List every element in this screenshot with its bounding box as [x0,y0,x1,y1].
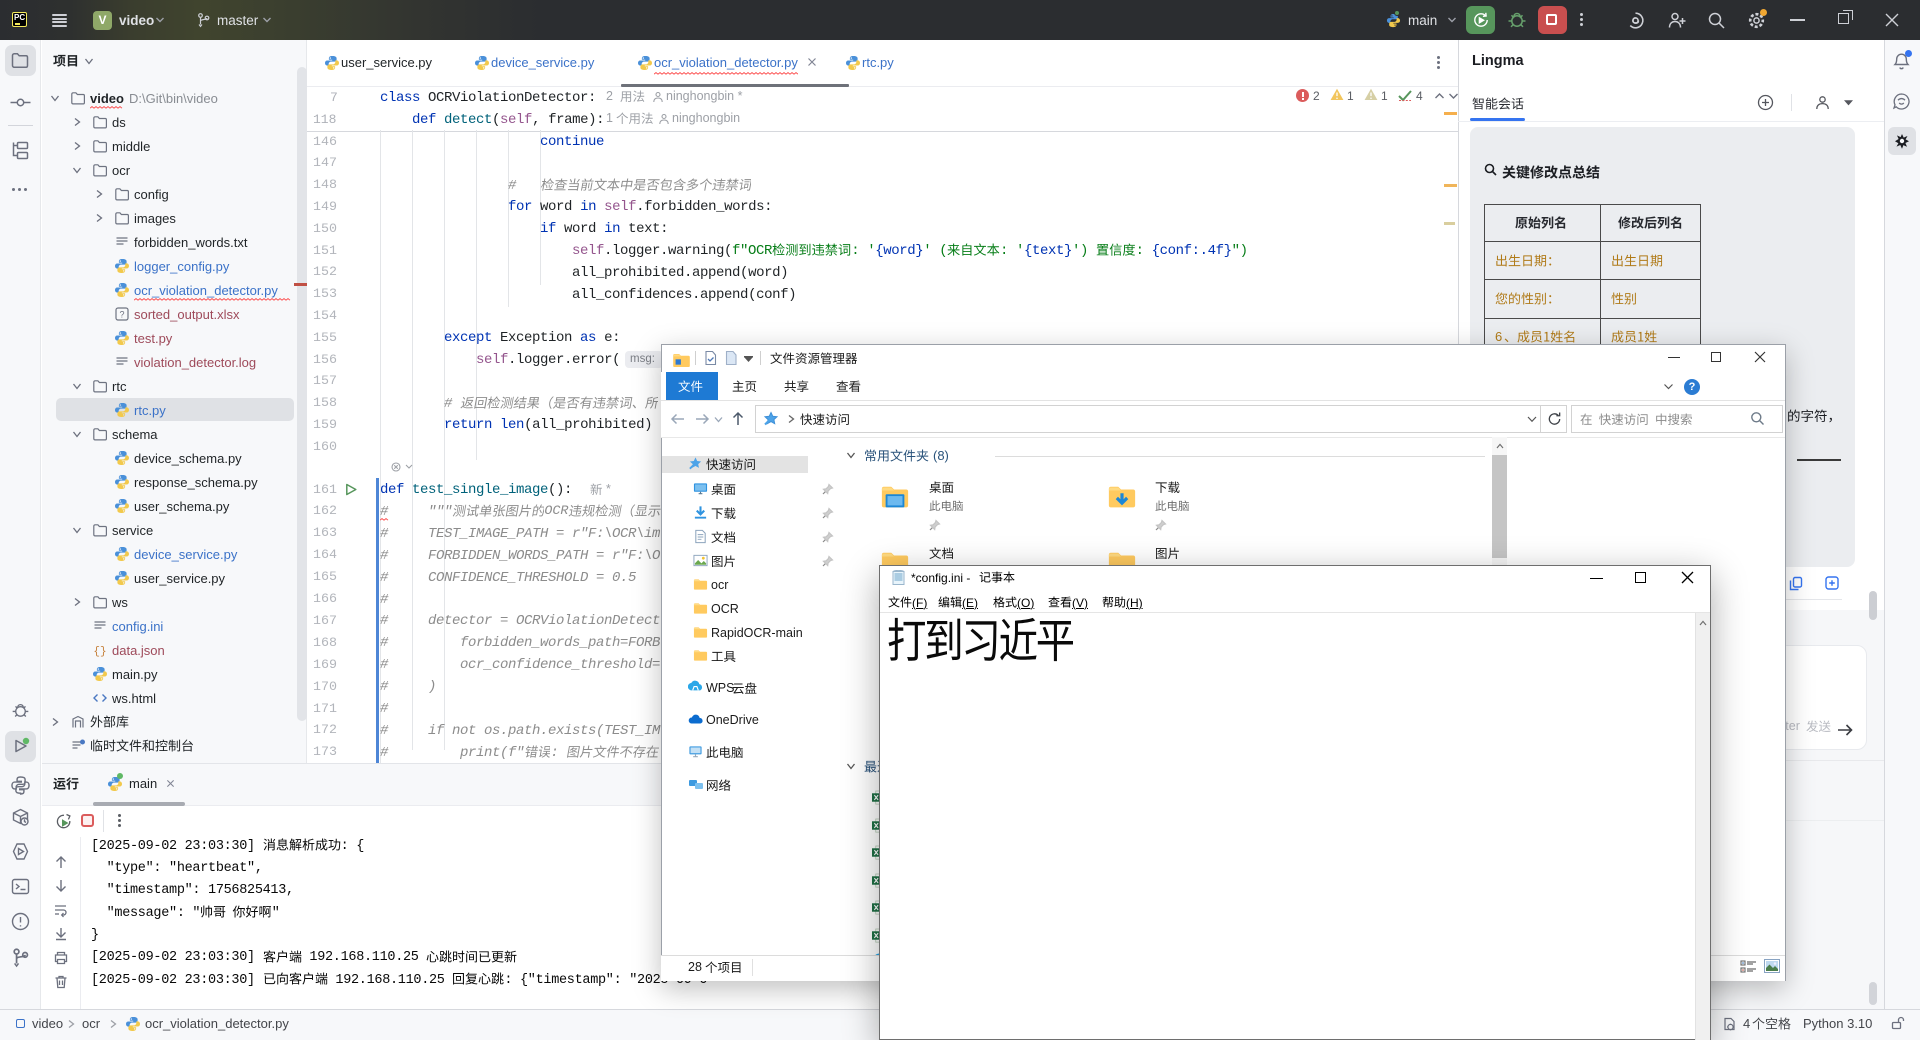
svg-text:?: ? [119,310,124,320]
svg-text:{}: {} [93,646,106,658]
